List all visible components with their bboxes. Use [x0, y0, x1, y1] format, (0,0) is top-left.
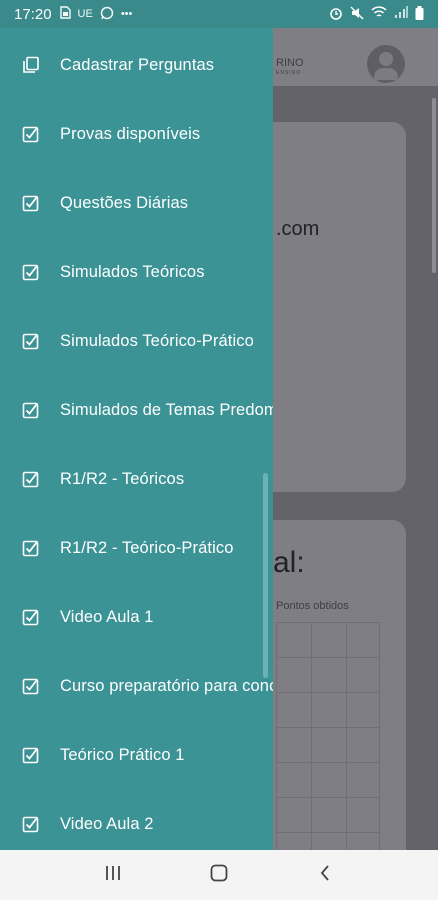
menu-item-label: Simulados de Temas Predominantes: [60, 400, 273, 419]
menu-item-teorico-pratico-1[interactable]: Teórico Prático 1: [0, 730, 273, 780]
email-text: .com: [276, 218, 320, 240]
battery-icon: [415, 5, 424, 23]
chart-legend: Pontos obtidos: [276, 600, 349, 612]
back-icon: [319, 864, 331, 887]
mute-icon: [350, 6, 364, 23]
sim-icon: [59, 6, 71, 22]
drawer-scrollbar[interactable]: [263, 473, 268, 678]
wifi-icon: [371, 6, 387, 22]
menu-item-label: Provas disponíveis: [60, 124, 201, 143]
menu-item-r1r2-teorico-pratico[interactable]: R1/R2 - Teórico-Prático: [0, 523, 273, 573]
menu-item-label: R1/R2 - Teóricos: [60, 469, 185, 488]
checkbox-icon: [22, 608, 40, 626]
system-nav-bar: [0, 850, 438, 900]
menu-item-video-aula-1[interactable]: Video Aula 1: [0, 592, 273, 642]
brand-logo: RINO ENSINO: [276, 58, 304, 78]
whatsapp-icon: [100, 6, 114, 23]
more-icon: •••: [120, 8, 133, 20]
menu-item-curso-preparatorio[interactable]: Curso preparatório para concursos: [0, 661, 273, 711]
status-bar: 17:20 UE •••: [0, 0, 438, 28]
chart-grid: [276, 622, 380, 850]
menu-item-simulados-temas[interactable]: Simulados de Temas Predominantes: [0, 385, 273, 435]
menu-item-label: Cadastrar Perguntas: [60, 55, 215, 74]
menu-item-label: Curso preparatório para concursos: [60, 676, 273, 695]
ue-icon: UE: [77, 8, 93, 20]
checkbox-icon: [22, 815, 40, 833]
menu-item-r1r2-teoricos[interactable]: R1/R2 - Teóricos: [0, 454, 273, 504]
menu-item-label: Video Aula 2: [60, 814, 154, 833]
menu-item-label: Questões Diárias: [60, 193, 189, 212]
checkbox-icon: [22, 677, 40, 695]
section-title: al:: [273, 546, 305, 579]
copy-icon: [22, 56, 40, 74]
menu-item-label: Simulados Teórico-Prático: [60, 331, 254, 350]
navigation-drawer: Cadastrar Perguntas Provas disponíveis Q…: [0, 28, 273, 850]
home-button[interactable]: [197, 857, 241, 893]
menu-item-simulados-teoricos[interactable]: Simulados Teóricos: [0, 247, 273, 297]
checkbox-icon: [22, 125, 40, 143]
avatar[interactable]: [367, 45, 405, 83]
recent-apps-button[interactable]: [91, 857, 135, 893]
checkbox-icon: [22, 746, 40, 764]
checkbox-icon: [22, 401, 40, 419]
back-button[interactable]: [303, 857, 347, 893]
status-time: 17:20: [14, 5, 52, 23]
menu-item-label: Teórico Prático 1: [60, 745, 185, 764]
menu-item-cadastrar-perguntas[interactable]: Cadastrar Perguntas: [0, 40, 273, 90]
recent-apps-icon: [104, 865, 122, 886]
menu-item-simulados-teorico-pratico[interactable]: Simulados Teórico-Prático: [0, 316, 273, 366]
menu-item-label: Video Aula 1: [60, 607, 154, 626]
menu-item-video-aula-2[interactable]: Video Aula 2: [0, 799, 273, 849]
signal-icon: [394, 6, 408, 22]
alarm-icon: [329, 6, 343, 23]
menu-item-label: Simulados Teóricos: [60, 262, 205, 281]
menu-item-questoes-diarias[interactable]: Questões Diárias: [0, 178, 273, 228]
menu-item-provas-disponiveis[interactable]: Provas disponíveis: [0, 109, 273, 159]
checkbox-icon: [22, 194, 40, 212]
checkbox-icon: [22, 263, 40, 281]
home-icon: [210, 864, 228, 887]
menu-item-label: R1/R2 - Teórico-Prático: [60, 538, 234, 557]
checkbox-icon: [22, 470, 40, 488]
brand-subtext: ENSINO: [276, 70, 302, 76]
checkbox-icon: [22, 332, 40, 350]
page-scrollbar[interactable]: [432, 98, 436, 273]
checkbox-icon: [22, 539, 40, 557]
